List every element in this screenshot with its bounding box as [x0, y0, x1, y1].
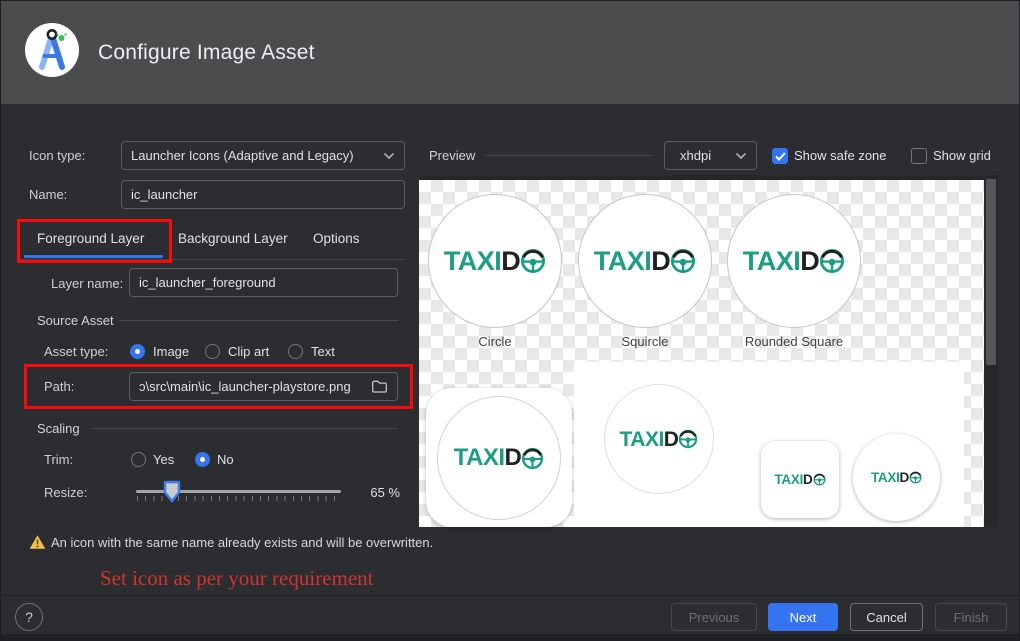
name-label: Name:	[29, 187, 67, 202]
asset-type-radio-image[interactable]	[130, 344, 145, 359]
steering-wheel-icon	[909, 471, 922, 484]
show-grid-checkbox[interactable]	[911, 148, 927, 164]
preview-title: Preview	[429, 148, 475, 163]
cancel-button[interactable]: Cancel	[850, 603, 923, 631]
trim-option-no[interactable]: No	[217, 452, 234, 467]
source-asset-divider	[119, 320, 398, 321]
help-button[interactable]: ?	[15, 603, 43, 631]
steering-wheel-icon	[819, 248, 845, 274]
taxido-logo: TAXID	[774, 473, 825, 487]
preview-circle-shape: TAXID	[428, 194, 562, 328]
steering-wheel-icon	[670, 248, 696, 274]
source-asset-group-title: Source Asset	[37, 313, 114, 328]
preview-viewport: TAXID TAXID TAXID Circle Squircle Rounde…	[419, 175, 998, 527]
warning-icon	[29, 534, 46, 550]
layer-name-input[interactable]: ic_launcher_foreground	[129, 268, 398, 297]
warning-text: An icon with the same name already exist…	[51, 535, 433, 550]
next-button[interactable]: Next	[768, 603, 838, 631]
taxido-logo: TAXID	[871, 471, 922, 485]
asset-type-radio-clipart[interactable]	[205, 344, 220, 359]
trim-radio-yes[interactable]	[131, 452, 146, 467]
layer-name-label: Layer name:	[51, 276, 123, 291]
layer-name-value: ic_launcher_foreground	[139, 275, 388, 290]
steering-wheel-icon	[520, 248, 546, 274]
tab-background-layer[interactable]: Background Layer	[178, 231, 288, 246]
tab-options[interactable]: Options	[313, 231, 360, 246]
finish-button[interactable]: Finish	[935, 603, 1007, 631]
steering-wheel-icon	[813, 473, 826, 486]
android-studio-logo-icon	[23, 21, 81, 79]
asset-type-label: Asset type:	[44, 344, 108, 359]
icon-type-value: Launcher Icons (Adaptive and Legacy)	[131, 148, 383, 163]
preview-fullbleed-tile: TAXID	[426, 388, 572, 527]
show-safe-zone-checkbox[interactable]	[772, 148, 788, 164]
taxido-logo: TAXID	[444, 248, 547, 275]
trim-label: Trim:	[44, 452, 73, 467]
preview-squircle-shape: TAXID	[578, 194, 712, 328]
trim-option-yes[interactable]: Yes	[153, 452, 174, 467]
scaling-group-title: Scaling	[37, 421, 80, 436]
asset-type-option-image[interactable]: Image	[153, 344, 189, 359]
chevron-down-icon	[735, 152, 747, 160]
preview-divider	[485, 155, 653, 156]
dialog-header: Configure Image Asset	[1, 1, 1020, 104]
steering-wheel-icon	[521, 447, 544, 470]
show-safe-zone-label[interactable]: Show safe zone	[794, 148, 887, 163]
asset-type-option-text[interactable]: Text	[311, 344, 335, 359]
icon-type-dropdown[interactable]: Launcher Icons (Adaptive and Legacy)	[121, 141, 405, 170]
configure-image-asset-dialog: Configure Image Asset Icon type: Launche…	[0, 0, 1020, 641]
preview-legacy-square: TAXID	[761, 441, 839, 518]
taxido-logo: TAXID	[743, 248, 846, 275]
annotation-red-box-foreground-tab	[17, 219, 172, 263]
preview-legacy-circle: TAXID	[604, 384, 714, 494]
asset-type-radio-text[interactable]	[288, 344, 303, 359]
preview-label-rounded-square: Rounded Square	[727, 334, 861, 349]
density-dropdown[interactable]: xhdpi	[664, 141, 757, 170]
resize-label: Resize:	[44, 485, 87, 500]
preview-label-circle: Circle	[428, 334, 562, 349]
footer-divider	[1, 595, 1020, 596]
density-value: xhdpi	[674, 148, 735, 163]
previous-button[interactable]: Previous	[671, 603, 757, 631]
transparency-checkerboard: TAXID TAXID TAXID Circle Squircle Rounde…	[419, 180, 984, 527]
steering-wheel-icon	[678, 429, 698, 449]
preview-rounded-square-shape: TAXID	[727, 194, 861, 328]
name-input[interactable]: ic_launcher	[121, 180, 405, 209]
preview-scrollbar[interactable]	[986, 179, 996, 365]
annotation-text: Set icon as per your requirement	[100, 566, 374, 591]
preview-label-squircle: Squircle	[578, 334, 712, 349]
checkmark-icon	[775, 152, 786, 161]
trim-radio-no[interactable]	[195, 452, 210, 467]
resize-slider-thumb[interactable]	[163, 480, 181, 503]
preview-legacy-round: TAXID	[853, 434, 940, 521]
show-grid-label[interactable]: Show grid	[933, 148, 991, 163]
help-label: ?	[25, 609, 33, 625]
taxido-logo: TAXID	[454, 446, 545, 470]
asset-type-option-clipart[interactable]: Clip art	[228, 344, 269, 359]
annotation-red-box-path	[24, 364, 413, 409]
taxido-logo: TAXID	[620, 429, 699, 450]
chevron-down-icon	[383, 152, 395, 160]
name-value: ic_launcher	[131, 187, 395, 202]
dialog-title: Configure Image Asset	[98, 41, 315, 65]
window-bottom-edge	[1, 634, 1020, 641]
taxido-logo: TAXID	[594, 248, 697, 275]
scaling-divider	[91, 428, 398, 429]
resize-value: 65 %	[356, 485, 400, 500]
icon-type-label: Icon type:	[29, 148, 85, 163]
preview-fullbleed-circle: TAXID	[437, 396, 561, 520]
